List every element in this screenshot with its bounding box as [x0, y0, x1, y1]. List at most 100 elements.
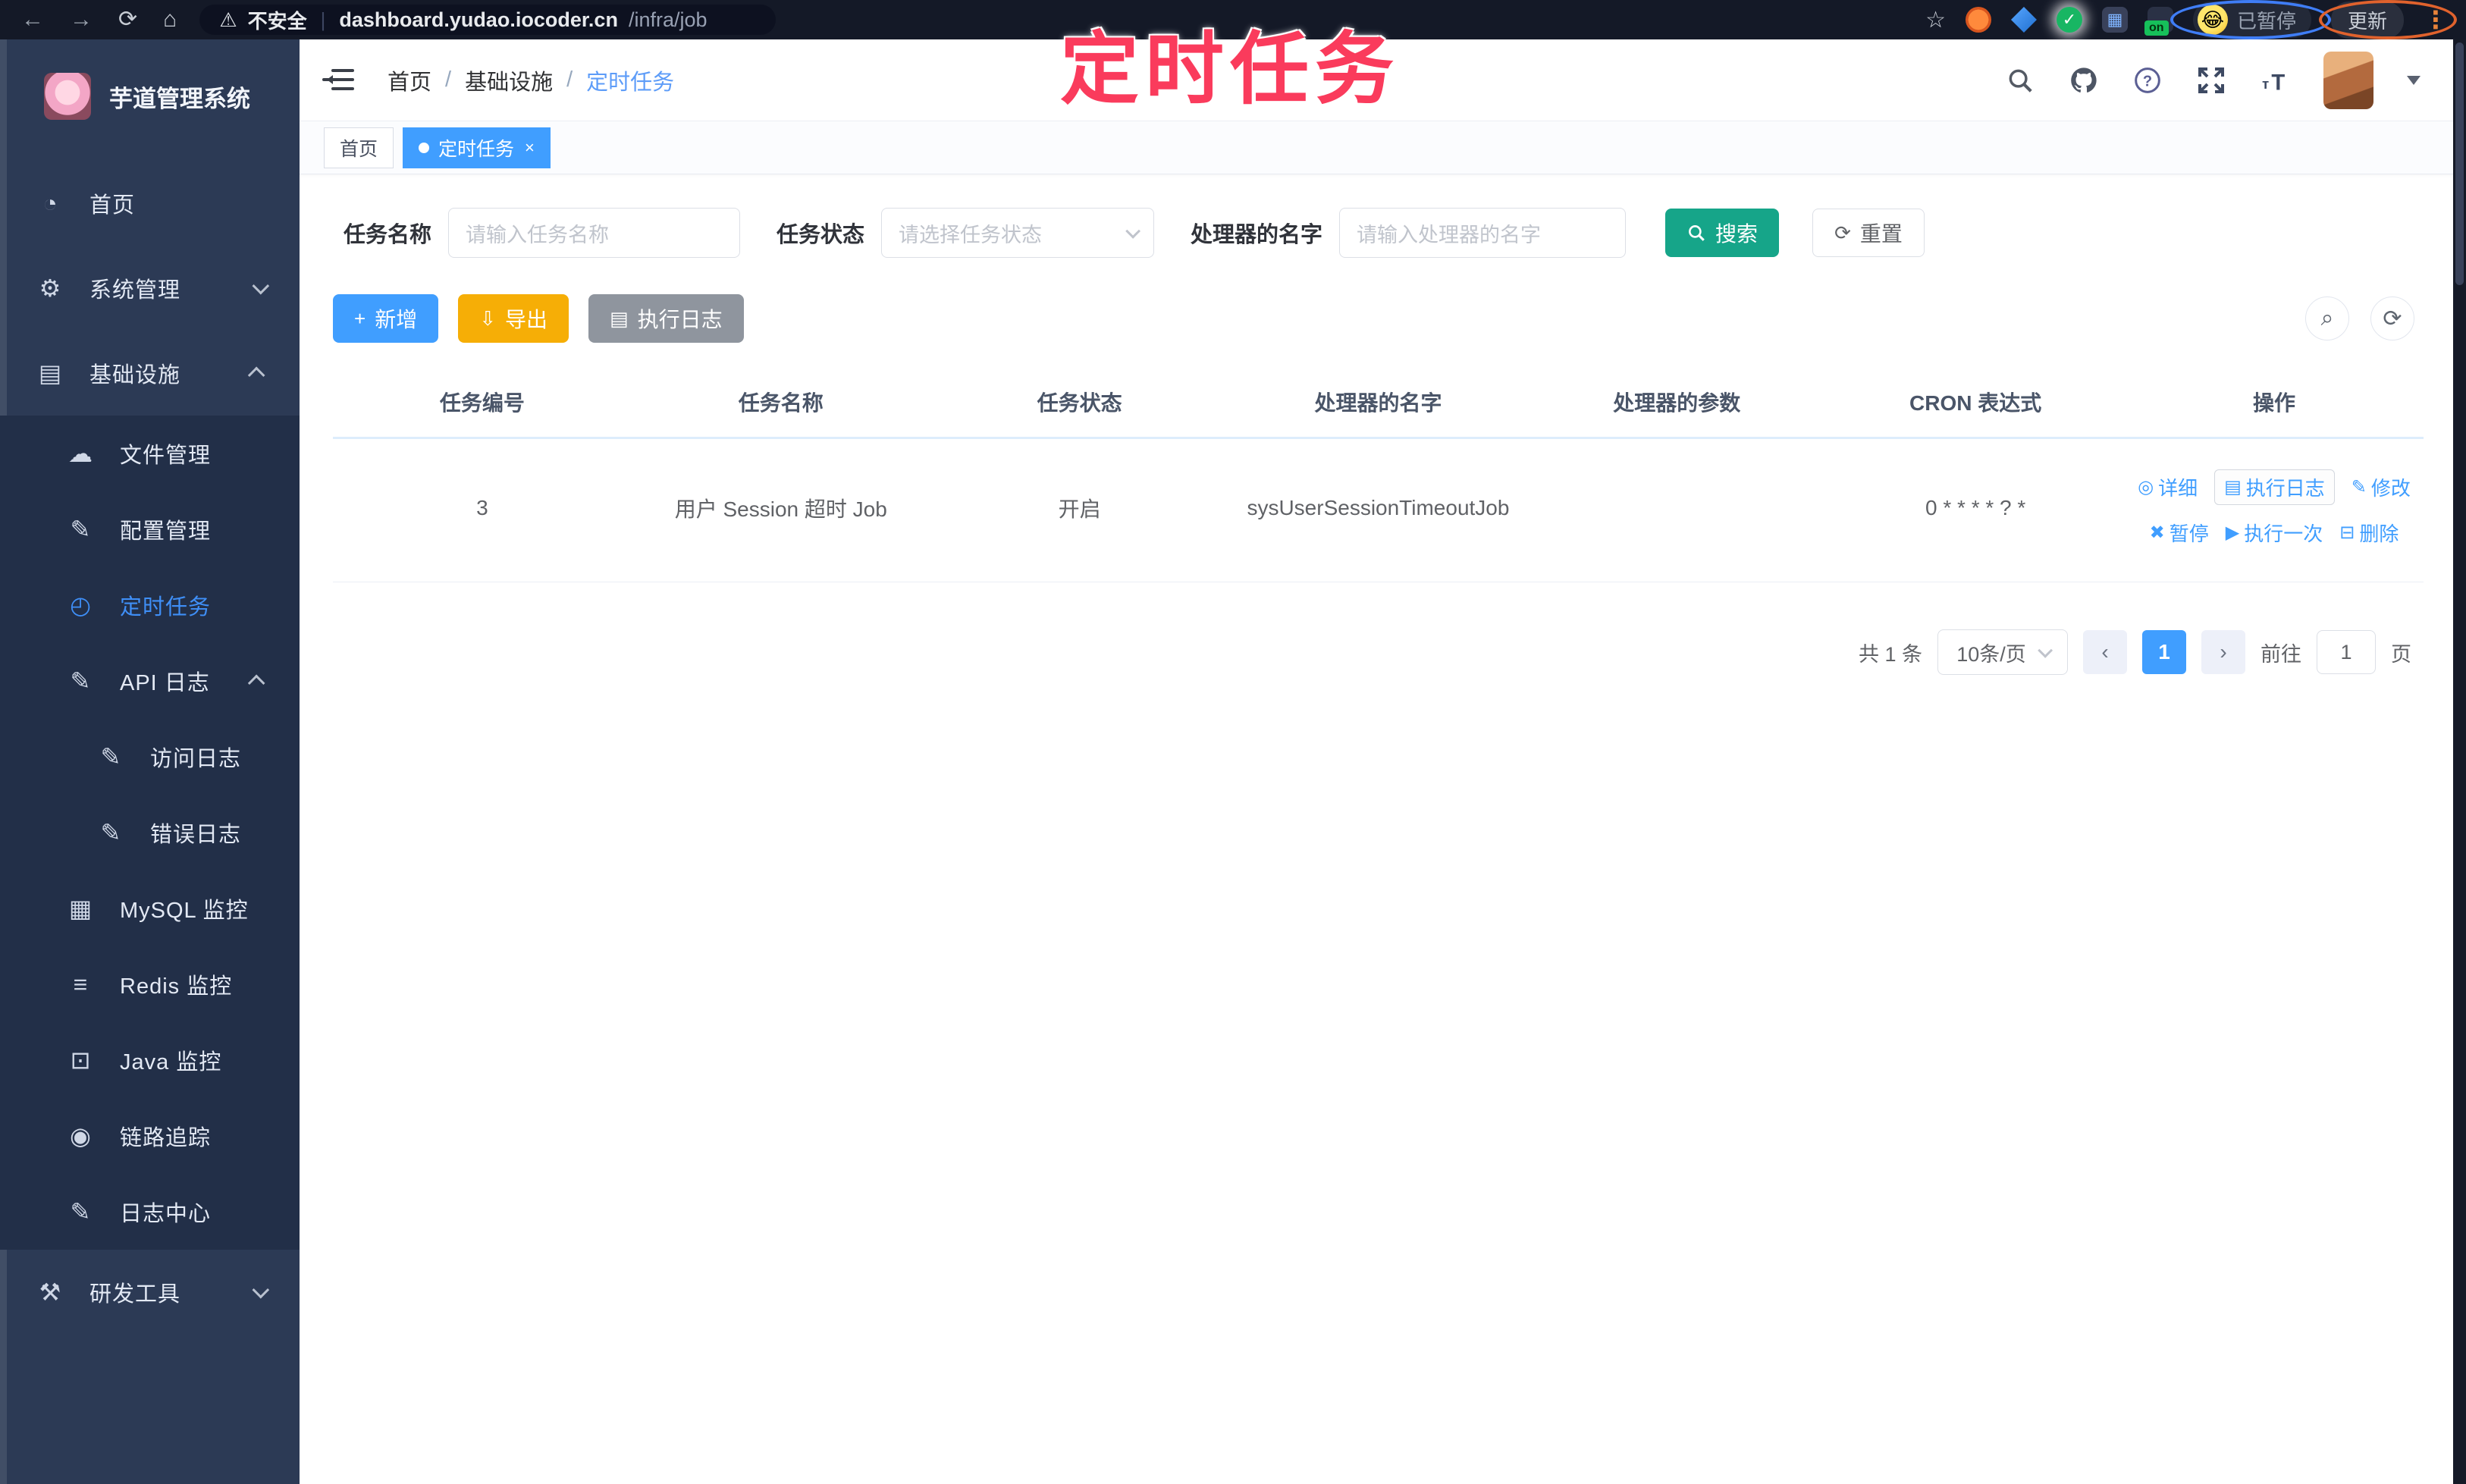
page-unit-label: 页	[2391, 642, 2411, 666]
bookmark-star-icon[interactable]: ☆	[1925, 7, 1946, 33]
browser-reload-icon[interactable]: ⟳	[118, 8, 137, 31]
toggle-search-icon-button[interactable]: ⌕	[2305, 296, 2349, 340]
sidebar-item-11[interactable]: ⊡ Java 监控	[0, 1022, 300, 1098]
sidebar-item-2[interactable]: ▤ 基础设施	[0, 331, 300, 416]
sidebar-item-8[interactable]: ✎ 错误日志	[0, 795, 300, 871]
chevron-down-icon	[2037, 642, 2053, 658]
reset-button[interactable]: ⟳ 重置	[1812, 209, 1925, 257]
github-icon[interactable]	[2069, 65, 2099, 96]
browser-home-icon[interactable]: ⌂	[163, 8, 177, 31]
sidebar-item-14[interactable]: ⚒ 研发工具	[0, 1250, 300, 1335]
tags-view-bar: 首页 定时任务 ×	[300, 121, 2466, 174]
prev-page-button[interactable]: ‹	[2083, 630, 2127, 674]
warning-icon: ⚠	[219, 8, 237, 31]
action-run-link[interactable]: ▶ 执行一次	[2226, 519, 2323, 547]
browser-forward-icon[interactable]: →	[70, 8, 93, 31]
sidebar-item-12[interactable]: ◉ 链路追踪	[0, 1098, 300, 1174]
filter-form: 任务名称 请输入任务名称 任务状态 请选择任务状态 处理器的名字 请输入处理器的…	[333, 208, 2424, 258]
help-icon[interactable]: ?	[2132, 65, 2163, 96]
profile-paused-chip[interactable]: 已暂停	[2192, 2, 2311, 38]
sidebar-item-4[interactable]: ✎ 配置管理	[0, 491, 300, 567]
next-page-button[interactable]: ›	[2201, 630, 2245, 674]
column-header: 处理器的名字	[1228, 370, 1528, 439]
url-path: /infra/job	[628, 8, 707, 31]
extension-orange-icon[interactable]	[1965, 7, 1991, 33]
browser-menu-icon[interactable]: ⋮	[2424, 5, 2448, 34]
breadcrumb-separator: /	[566, 67, 573, 92]
tag-1[interactable]: 定时任务 ×	[403, 127, 551, 168]
browser-update-button[interactable]: 更新	[2330, 1, 2404, 39]
sidebar-item-13[interactable]: ✎ 日志中心	[0, 1174, 300, 1250]
extension-on-badge-icon[interactable]: on	[2144, 7, 2173, 36]
sidebar-item-1[interactable]: ⚙ 系统管理	[0, 246, 300, 331]
cell-cron: 0 * * * * ? *	[1826, 438, 2126, 582]
log-icon: ✎	[100, 819, 121, 846]
column-header: 处理器的参数	[1527, 370, 1827, 439]
extensions-puzzle-icon[interactable]: ▦	[2101, 7, 2128, 33]
action-delete-link[interactable]: ⊟ 删除	[2339, 519, 2399, 547]
paused-label: 已暂停	[2236, 9, 2296, 33]
table-body: 3 用户 Session 超时 Job 开启 sysUserSessionTim…	[333, 438, 2424, 582]
goto-page-input[interactable]: 1	[2317, 630, 2376, 674]
action-eye-link[interactable]: ◎ 详细	[2138, 473, 2198, 501]
exec-log-button[interactable]: ▤ 执行日志	[588, 294, 744, 343]
sidebar-item-6[interactable]: ✎ API 日志	[0, 643, 300, 719]
task-name-input[interactable]: 请输入任务名称	[448, 208, 741, 258]
export-button[interactable]: ⇩ 导出	[458, 294, 569, 343]
address-bar[interactable]: ⚠ 不安全 | dashboard.yudao.iocoder.cn /infr…	[199, 5, 777, 35]
current-page-button[interactable]: 1	[2142, 630, 2186, 674]
fullscreen-icon[interactable]	[2196, 65, 2226, 96]
sidebar-item-5[interactable]: ◴ 定时任务	[0, 567, 300, 643]
app-logo-row[interactable]: 芋道管理系统	[0, 39, 300, 153]
app-logo	[44, 73, 91, 120]
svg-text:?: ?	[2143, 73, 2152, 89]
user-caret-down-icon[interactable]	[2407, 76, 2421, 92]
extension-green-check-icon[interactable]: ✓	[2056, 7, 2082, 33]
search-button[interactable]: 搜索	[1665, 209, 1780, 257]
chevron-up-icon	[247, 674, 265, 692]
font-size-icon[interactable]: тT	[2260, 65, 2290, 96]
run-icon: ▶	[2225, 522, 2240, 543]
sidebar-item-0[interactable]: ◔ 首页	[0, 161, 300, 246]
page-size-select[interactable]: 10条/页	[1937, 629, 2068, 675]
sidebar-item-9[interactable]: ▦ MySQL 监控	[0, 871, 300, 946]
add-button[interactable]: + 新增	[333, 294, 439, 343]
delete-icon: ⊟	[2339, 522, 2355, 543]
tools-icon: ⚒	[39, 1278, 61, 1306]
tag-0[interactable]: 首页	[324, 127, 394, 168]
active-dot	[419, 142, 430, 153]
cloud-icon: ☁	[68, 440, 93, 467]
sidebar-item-3[interactable]: ☁ 文件管理	[0, 416, 300, 491]
eye-icon: ◉	[70, 1122, 91, 1150]
profile-avatar	[2197, 5, 2228, 35]
sidebar-fold-icon[interactable]	[322, 67, 354, 93]
extension-blue-icon[interactable]	[2010, 7, 2037, 33]
pause-icon: ✖	[2149, 522, 2165, 543]
edit-icon: ✎	[2351, 477, 2367, 497]
browser-back-icon[interactable]: ←	[21, 8, 44, 31]
handler-name-input[interactable]: 请输入处理器的名字	[1339, 208, 1627, 258]
task-status-select[interactable]: 请选择任务状态	[881, 208, 1155, 258]
sidebar-item-7[interactable]: ✎ 访问日志	[0, 719, 300, 795]
layers-icon: ≡	[73, 970, 88, 998]
url-host: dashboard.yudao.iocoder.cn	[339, 8, 618, 31]
monitor-icon: ▦	[68, 895, 93, 922]
log-icon: ✎	[70, 667, 91, 695]
page-scrollbar[interactable]	[2453, 39, 2466, 1484]
column-header: 任务名称	[631, 370, 930, 439]
refresh-table-icon-button[interactable]: ⟳	[2370, 296, 2414, 340]
chevron-up-icon	[247, 366, 265, 384]
gear-icon: ⚙	[39, 275, 61, 302]
search-icon[interactable]	[2005, 65, 2035, 96]
sidebar-item-10[interactable]: ≡ Redis 监控	[0, 946, 300, 1022]
user-avatar[interactable]	[2323, 51, 2373, 109]
close-icon[interactable]: ×	[525, 138, 535, 158]
action-edit-link[interactable]: ✎ 修改	[2351, 473, 2411, 501]
action-pause-link[interactable]: ✖ 暂停	[2150, 519, 2209, 547]
breadcrumb-item-0[interactable]: 首页	[387, 64, 431, 96]
breadcrumb-item-1[interactable]: 基础设施	[465, 64, 553, 96]
action-log-link[interactable]: ▤ 执行日志	[2214, 469, 2335, 505]
plus-icon: +	[354, 307, 366, 330]
cell-param	[1527, 438, 1827, 582]
chevron-down-icon	[252, 277, 270, 295]
